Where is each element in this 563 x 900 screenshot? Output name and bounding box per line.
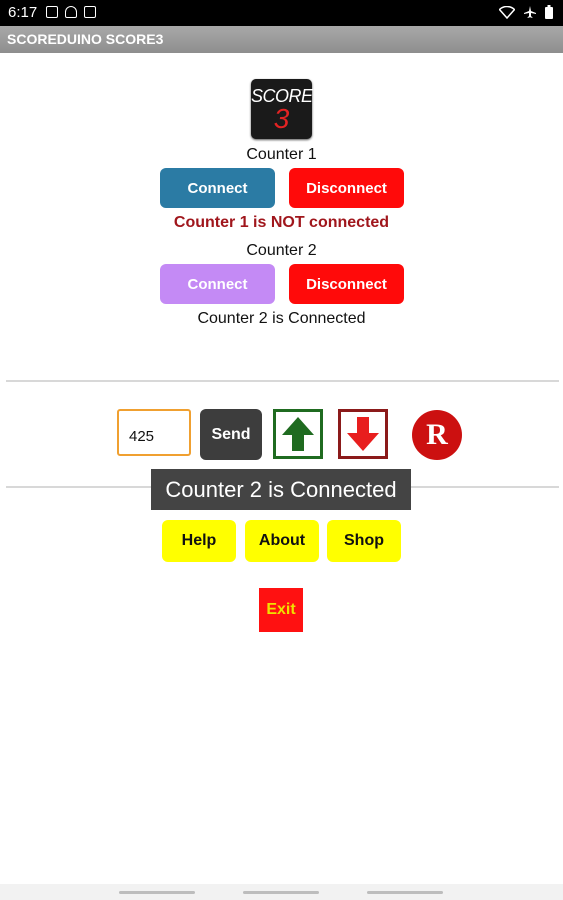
counter2-connect-button[interactable]: Connect (160, 264, 275, 304)
counter2-label: Counter 2 (246, 242, 317, 259)
toast-message: Counter 2 is Connected (151, 469, 411, 510)
android-icon (65, 6, 77, 18)
counter1-disconnect-button[interactable]: Disconnect (289, 168, 404, 208)
system-nav-bar (0, 884, 563, 900)
decrement-button[interactable] (338, 409, 388, 459)
checkbox-icon (84, 6, 96, 18)
up-arrow-icon (282, 417, 314, 451)
down-arrow-icon (347, 417, 379, 451)
battery-icon (545, 5, 553, 19)
help-button[interactable]: Help (162, 520, 236, 562)
score-input[interactable] (117, 409, 191, 456)
status-time: 6:17 (8, 4, 38, 21)
counter2-status: Counter 2 is Connected (197, 310, 366, 327)
divider-top (6, 380, 559, 382)
app-logo: SCORE 3 (251, 79, 313, 139)
reset-button[interactable]: R (412, 410, 462, 460)
airplane-icon (524, 6, 536, 18)
shop-button[interactable]: Shop (327, 520, 401, 562)
counter2-disconnect-button[interactable]: Disconnect (289, 264, 404, 304)
app-title: SCOREDUINO SCORE3 (7, 31, 164, 47)
status-bar: 6:17 (0, 0, 563, 26)
counter1-status: Counter 1 is NOT connected (173, 214, 390, 231)
wifi-icon (499, 5, 515, 19)
counter1-connect-button[interactable]: Connect (160, 168, 275, 208)
send-button[interactable]: Send (200, 409, 262, 460)
logo-number: 3 (273, 103, 290, 134)
nav-home-handle[interactable] (243, 891, 319, 894)
about-button[interactable]: About (245, 520, 319, 562)
app-title-bar: SCOREDUINO SCORE3 (0, 26, 563, 53)
reset-label: R (426, 418, 448, 451)
nav-back-handle[interactable] (119, 891, 195, 894)
counter1-label: Counter 1 (246, 146, 317, 163)
exit-button[interactable]: Exit (259, 588, 303, 632)
increment-button[interactable] (273, 409, 323, 459)
image-icon (46, 6, 58, 18)
nav-recents-handle[interactable] (367, 891, 443, 894)
